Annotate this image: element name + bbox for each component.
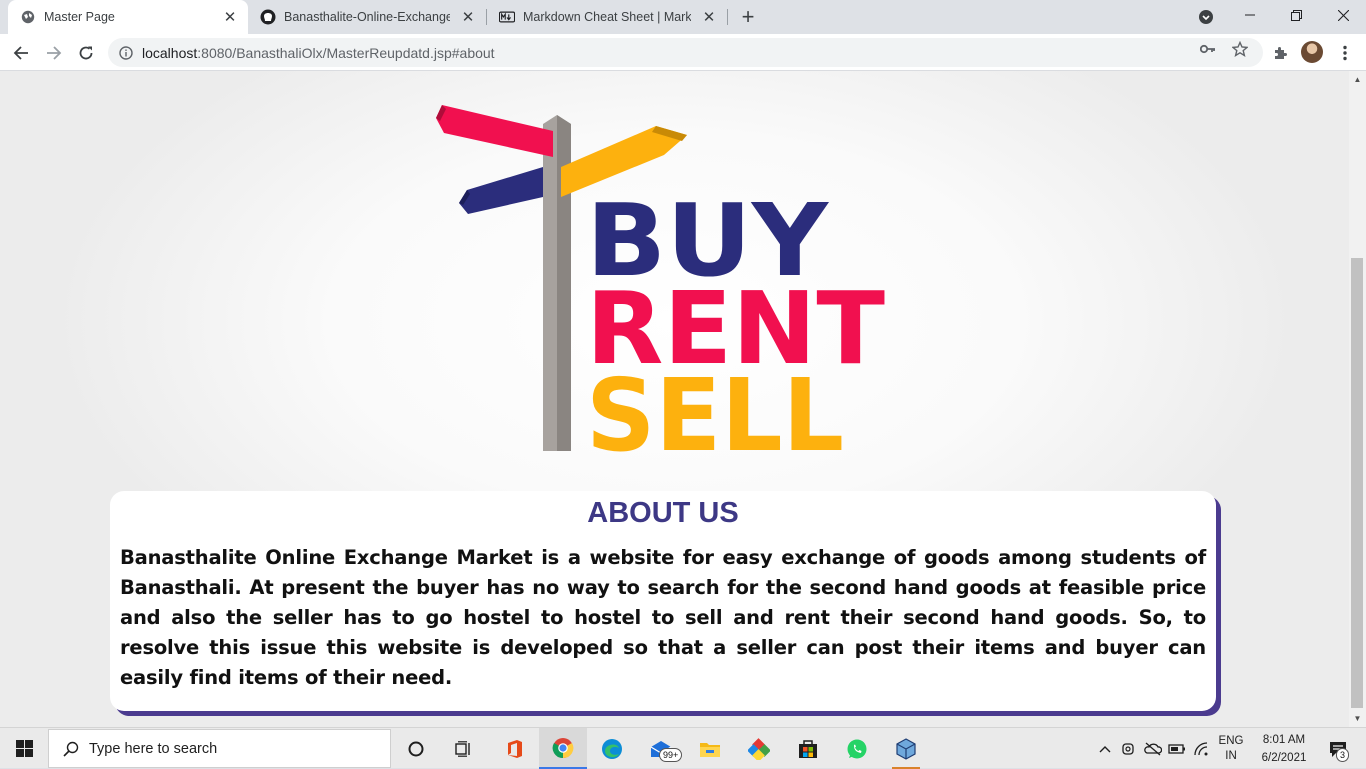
tab-search-icon[interactable]	[1196, 7, 1216, 27]
forward-arrow-icon[interactable]	[41, 40, 67, 66]
browser-toolbar: localhost:8080/BanasthaliOlx/MasterReupd…	[0, 34, 1366, 71]
page-scrollbar[interactable]: ▲ ▼	[1349, 71, 1366, 727]
edge-icon[interactable]	[588, 728, 636, 769]
address-bar[interactable]: localhost:8080/BanasthaliOlx/MasterReupd…	[108, 38, 1263, 67]
url-host: localhost	[142, 44, 198, 61]
task-view-icon[interactable]	[440, 728, 488, 769]
close-icon[interactable]: ✕	[699, 7, 719, 27]
language-code: ENG	[1218, 735, 1244, 747]
info-icon[interactable]	[118, 45, 134, 61]
bookmark-star-icon[interactable]	[1231, 40, 1249, 58]
new-tab-button[interactable]: +	[736, 4, 760, 29]
globe-icon	[20, 9, 36, 25]
clock[interactable]: 8:01 AM 6/2/2021	[1252, 733, 1316, 766]
url-text: localhost:8080/BanasthaliOlx/MasterReupd…	[142, 45, 495, 61]
url-path: :8080/BanasthaliOlx/MasterReupdatd.jsp#a…	[197, 44, 495, 61]
key-icon[interactable]	[1199, 40, 1217, 58]
wifi-icon[interactable]	[1192, 728, 1212, 769]
store-icon[interactable]	[784, 728, 832, 769]
tab-title: Master Page	[44, 10, 115, 24]
close-window-icon[interactable]	[1320, 0, 1366, 30]
windows-taskbar: Type here to search 99+ ENG IN 8:01 AM 6…	[0, 727, 1366, 769]
office-icon[interactable]	[491, 728, 539, 769]
scrollbar-thumb[interactable]	[1351, 258, 1363, 708]
battery-icon[interactable]	[1167, 728, 1187, 769]
virtualbox-icon[interactable]	[882, 728, 930, 769]
meet-now-icon[interactable]	[1119, 728, 1139, 769]
page-viewport: BUY RENT SELL ABOUT US Banasthalite Onli…	[0, 71, 1349, 727]
tab-github[interactable]: Banasthalite-Online-Exchange-M ✕	[248, 0, 486, 34]
notification-count: 3	[1336, 748, 1350, 762]
reload-icon[interactable]	[73, 40, 99, 66]
minimize-icon[interactable]	[1227, 0, 1273, 30]
clock-date: 6/2/2021	[1261, 752, 1307, 764]
chrome-icon[interactable]	[539, 728, 587, 769]
tab-separator	[727, 9, 728, 25]
tab-master-page[interactable]: Master Page ✕	[8, 0, 248, 34]
restore-icon[interactable]	[1273, 0, 1319, 30]
whatsapp-icon[interactable]	[833, 728, 881, 769]
clock-time: 8:01 AM	[1262, 734, 1306, 746]
about-us-paragraph: Banasthalite Online Exchange Market is a…	[120, 546, 1206, 689]
file-explorer-icon[interactable]	[686, 728, 734, 769]
tab-title: Markdown Cheat Sheet | Markdo	[523, 10, 691, 24]
notification-center-icon[interactable]: 3	[1318, 728, 1358, 769]
cortana-icon[interactable]	[392, 728, 440, 769]
mail-badge: 99+	[659, 748, 683, 762]
tab-strip: Master Page ✕ Banasthalite-Online-Exchan…	[0, 0, 1366, 34]
scroll-up-arrow-icon[interactable]: ▲	[1349, 71, 1366, 88]
back-arrow-icon[interactable]	[8, 40, 34, 66]
search-icon	[61, 739, 81, 759]
buy-rent-sell-logo: BUY RENT SELL	[430, 101, 900, 474]
markdown-icon	[499, 9, 515, 25]
profile-avatar[interactable]	[1301, 41, 1323, 63]
windows-start-icon[interactable]	[0, 728, 48, 769]
mail-icon[interactable]: 99+	[637, 728, 685, 769]
scroll-down-arrow-icon[interactable]: ▼	[1349, 710, 1366, 727]
menu-dots-icon[interactable]	[1332, 40, 1358, 66]
about-us-heading: ABOUT US	[587, 497, 739, 529]
taskbar-search-box[interactable]: Type here to search	[48, 729, 391, 768]
logo-sell-text: SELL	[586, 357, 844, 461]
close-icon[interactable]: ✕	[220, 7, 240, 27]
close-icon[interactable]: ✕	[458, 7, 478, 27]
tab-markdown[interactable]: Markdown Cheat Sheet | Markdo ✕	[487, 0, 727, 34]
about-us-card: ABOUT US Banasthalite Online Exchange Ma…	[110, 491, 1216, 711]
onedrive-offline-icon[interactable]	[1143, 728, 1163, 769]
github-icon	[260, 9, 276, 25]
tab-title: Banasthalite-Online-Exchange-M	[284, 10, 450, 24]
search-placeholder: Type here to search	[89, 740, 218, 757]
chevron-up-icon[interactable]	[1096, 728, 1114, 769]
language-indicator[interactable]: ENG IN	[1214, 734, 1248, 764]
language-region: IN	[1225, 750, 1237, 762]
paint-app-icon[interactable]	[735, 728, 783, 769]
extensions-icon[interactable]	[1267, 40, 1293, 66]
